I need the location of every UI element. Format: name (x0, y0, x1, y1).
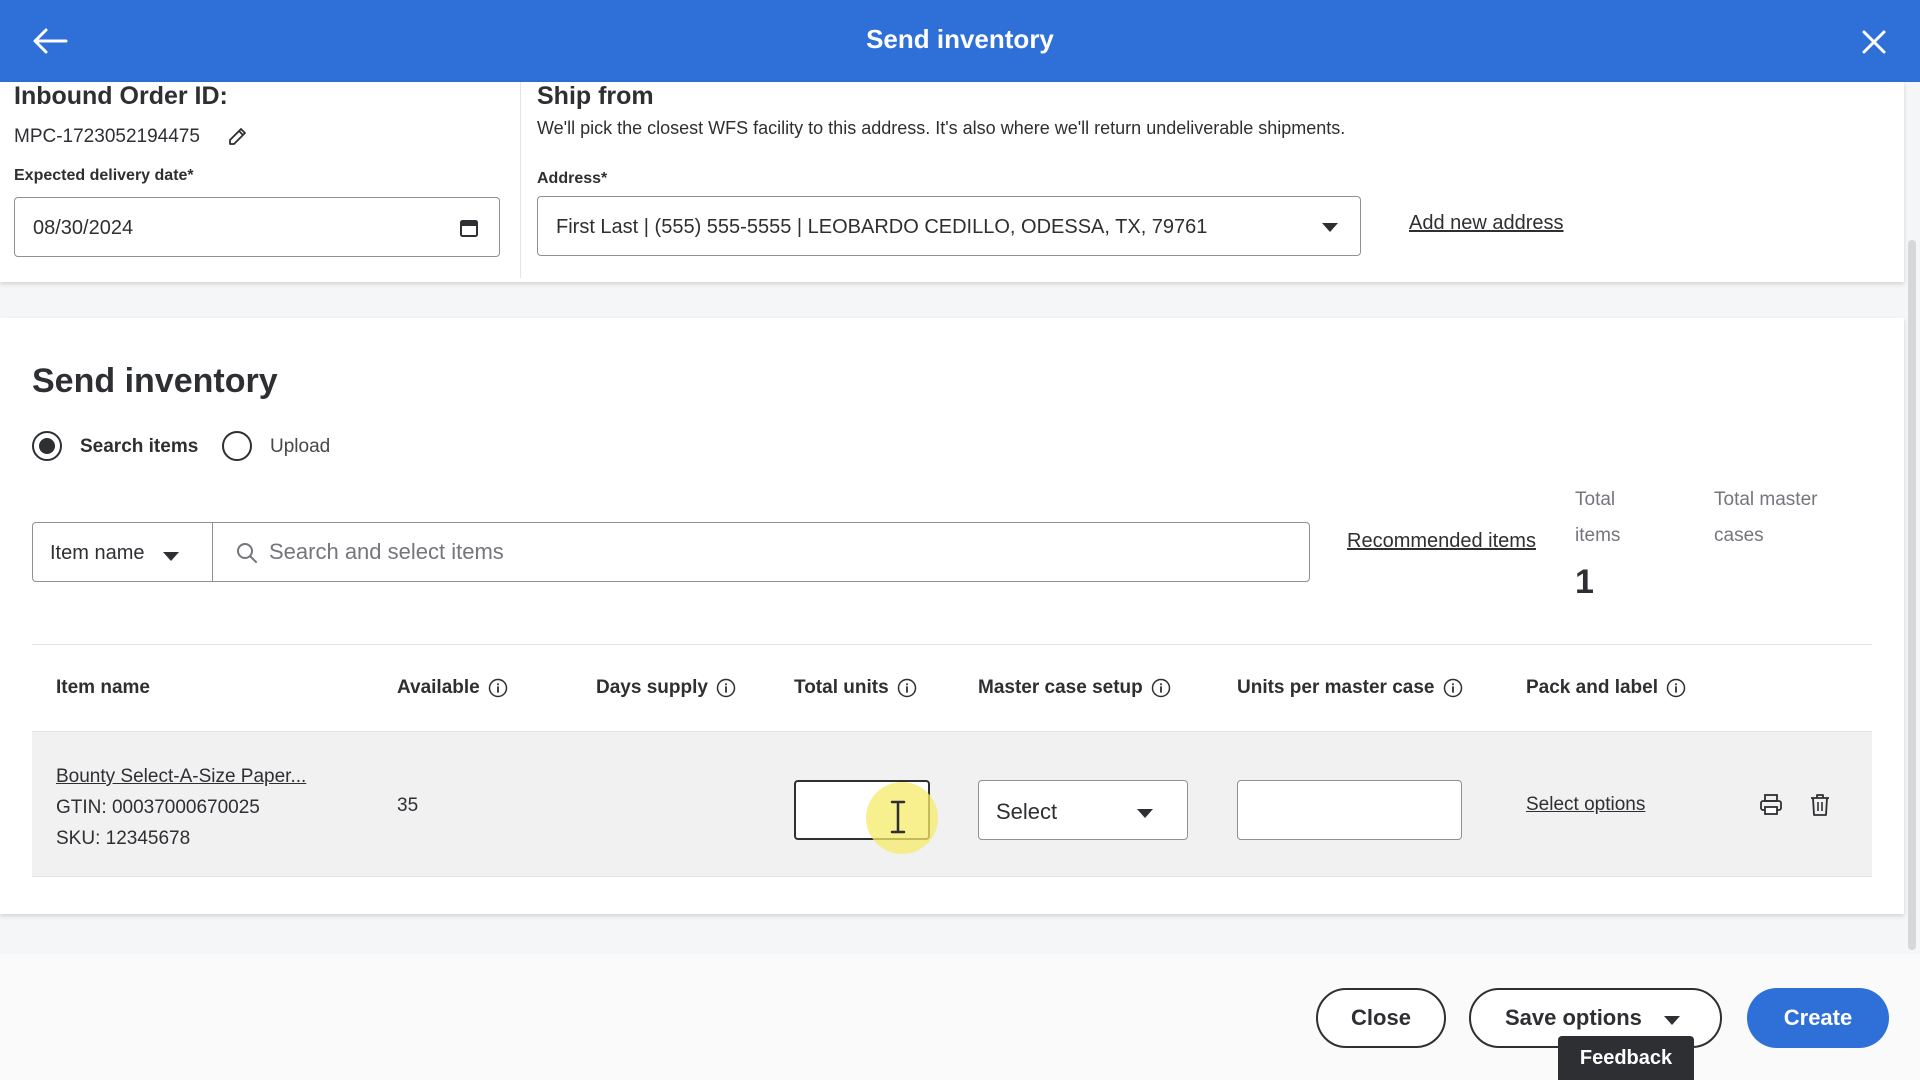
modal-header: Send inventory (0, 0, 1920, 82)
col-days-supply-label: Days supply (596, 677, 708, 698)
select-options-link[interactable]: Select options (1526, 794, 1645, 816)
order-id-label: Inbound Order ID: (14, 82, 228, 110)
total-master-cases-label: Total master cases (1714, 482, 1817, 554)
total-cases-label-line2: cases (1714, 525, 1764, 546)
master-case-setup-value: Select (996, 799, 1058, 824)
total-items-label-line1: Total (1575, 489, 1616, 510)
col-item-name: Item name (56, 677, 150, 699)
delivery-date-input[interactable]: 08/30/2024 (14, 197, 500, 257)
info-icon[interactable] (1666, 678, 1686, 698)
item-sku: SKU: 12345678 (56, 828, 191, 849)
item-search-box[interactable] (212, 522, 1310, 582)
close-icon[interactable] (1854, 22, 1894, 62)
item-available: 35 (397, 795, 419, 816)
units-per-master-case-input[interactable] (1237, 780, 1462, 840)
address-label: Address* (537, 170, 608, 187)
close-button[interactable]: Close (1316, 988, 1446, 1048)
col-total-units-label: Total units (794, 677, 889, 698)
info-icon[interactable] (897, 678, 917, 698)
chevron-down-icon (1137, 809, 1153, 818)
info-icon[interactable] (1443, 678, 1463, 698)
print-icon[interactable] (1759, 792, 1783, 818)
table-top-divider (32, 644, 1872, 645)
total-items-label-line2: items (1575, 525, 1621, 546)
radio-search-items-label[interactable]: Search items (80, 436, 198, 458)
add-new-address-link[interactable]: Add new address (1409, 212, 1564, 235)
search-filter-value: Item name (50, 542, 145, 564)
delivery-date-label: Expected delivery date* (14, 167, 194, 184)
delivery-date-value: 08/30/2024 (33, 217, 134, 239)
col-pack-and-label: Pack and label (1526, 677, 1686, 699)
total-items-value: 1 (1575, 563, 1594, 601)
col-available: Available (397, 677, 508, 699)
info-icon[interactable] (716, 678, 736, 698)
item-gtin: GTIN: 00037000670025 (56, 797, 260, 818)
radio-upload[interactable] (222, 431, 252, 461)
create-button[interactable]: Create (1747, 988, 1889, 1048)
info-icon[interactable] (488, 678, 508, 698)
item-search-input[interactable] (269, 535, 1269, 569)
col-master-case-label: Master case setup (978, 677, 1143, 698)
trash-icon[interactable] (1808, 792, 1832, 818)
total-items-label: Total items (1575, 482, 1620, 554)
ship-from-title: Ship from (537, 82, 654, 110)
scrollbar[interactable] (1908, 240, 1916, 950)
radio-search-items[interactable] (32, 431, 62, 461)
address-select[interactable]: First Last | (555) 555-5555 | LEOBARDO C… (537, 196, 1361, 256)
chevron-down-icon (163, 552, 179, 561)
search-icon (237, 543, 257, 563)
total-cases-label-line1: Total master (1714, 489, 1818, 510)
order-id-value: MPC-1723052194475 (14, 126, 200, 147)
chevron-down-icon (1322, 223, 1338, 232)
search-filter-select[interactable]: Item name (32, 522, 212, 582)
col-total-units: Total units (794, 677, 917, 699)
recommended-items-link[interactable]: Recommended items (1347, 530, 1536, 553)
col-available-label: Available (397, 677, 480, 698)
col-units-per-case-label: Units per master case (1237, 677, 1435, 698)
text-cursor-icon (890, 800, 906, 834)
master-case-setup-select[interactable]: Select (978, 780, 1188, 840)
ship-from-description: We'll pick the closest WFS facility to t… (537, 118, 1346, 138)
col-master-case-setup: Master case setup (978, 677, 1171, 699)
calendar-icon[interactable] (459, 218, 479, 238)
col-item-name-label: Item name (56, 677, 150, 698)
col-days-supply: Days supply (596, 677, 736, 699)
edit-pencil-icon[interactable] (226, 126, 248, 148)
col-units-per-master-case: Units per master case (1237, 677, 1463, 699)
save-options-label: Save options (1505, 1005, 1642, 1030)
divider (520, 82, 521, 278)
info-icon[interactable] (1151, 678, 1171, 698)
col-pack-label-label: Pack and label (1526, 677, 1659, 698)
chevron-down-icon (1664, 1016, 1680, 1025)
send-inventory-title: Send inventory (32, 362, 278, 400)
feedback-tab[interactable]: Feedback (1558, 1036, 1694, 1080)
modal-title: Send inventory (866, 24, 1054, 54)
item-name-link[interactable]: Bounty Select-A-Size Paper... (56, 766, 306, 788)
radio-upload-label[interactable]: Upload (270, 436, 330, 458)
table-bottom-divider (32, 876, 1872, 877)
address-value: First Last | (555) 555-5555 | LEOBARDO C… (556, 216, 1208, 238)
